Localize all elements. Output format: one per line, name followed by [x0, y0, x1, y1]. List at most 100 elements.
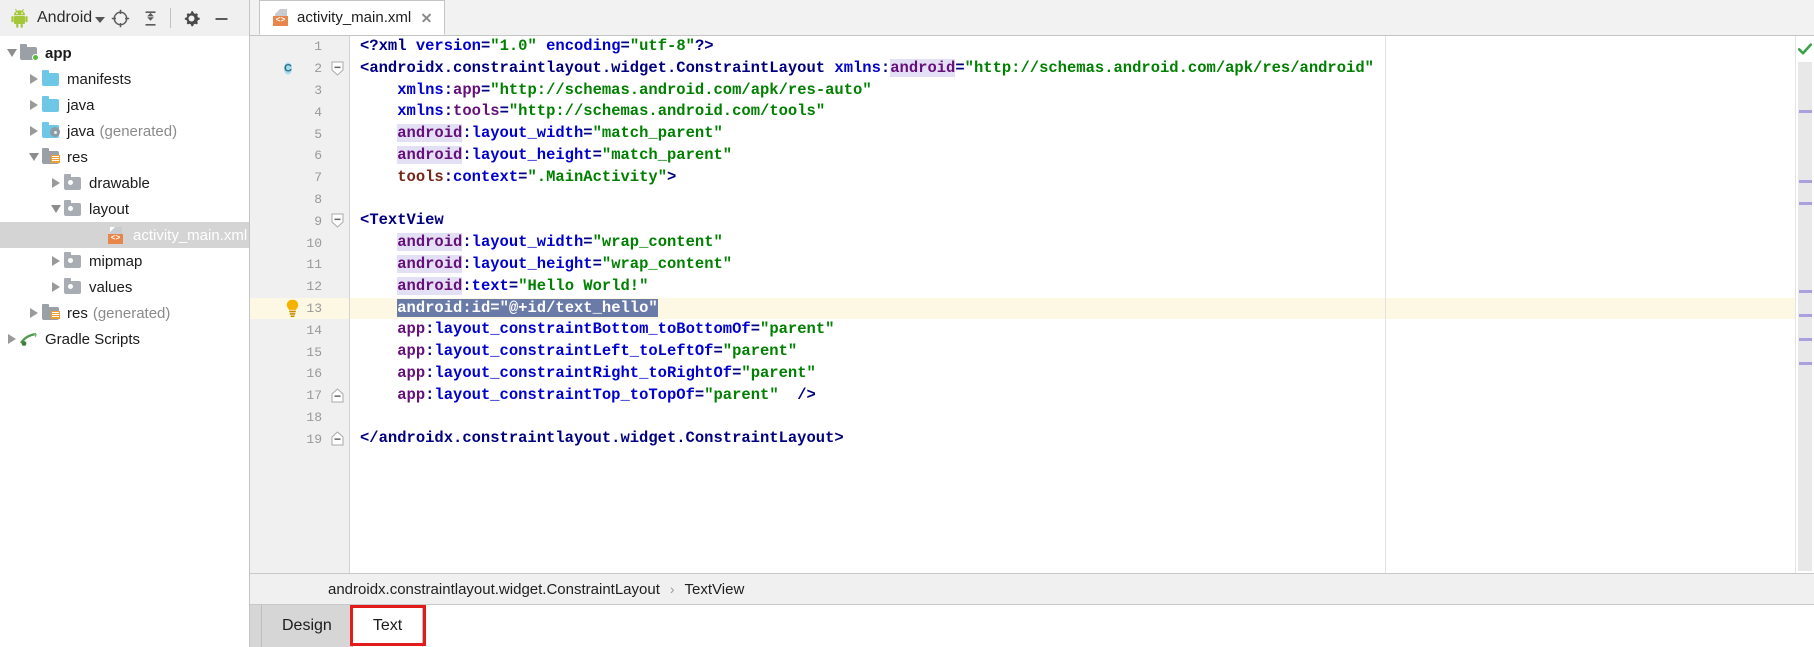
code-line[interactable] [350, 407, 1795, 429]
line-number[interactable]: 3 [250, 80, 328, 102]
stripe-marker[interactable] [1799, 180, 1812, 183]
editor-tab-activity-main[interactable]: <> activity_main.xml [259, 0, 446, 35]
code-folding-column[interactable] [328, 36, 350, 573]
code-line[interactable] [350, 189, 1795, 211]
code-line[interactable]: android:layout_width="wrap_content" [350, 232, 1795, 254]
line-number[interactable]: 6 [250, 145, 328, 167]
line-number[interactable]: 8 [250, 189, 328, 211]
class-marker-icon[interactable]: C [284, 59, 303, 78]
tree-item-app[interactable]: app [0, 40, 249, 66]
expand-arrow-icon[interactable] [48, 253, 64, 269]
code-token: <? [360, 37, 379, 55]
code-token: context [453, 167, 519, 186]
expand-arrow-icon[interactable] [48, 279, 64, 295]
fold-toggle-icon[interactable] [328, 210, 349, 232]
line-number[interactable]: 11 [250, 254, 328, 276]
line-number[interactable]: 18 [250, 407, 328, 429]
expand-arrow-icon[interactable] [4, 331, 20, 347]
fold-toggle-icon[interactable] [328, 428, 349, 450]
line-number[interactable]: 2C [250, 58, 328, 80]
code-line[interactable]: <TextView [350, 210, 1795, 232]
code-line[interactable]: android:id="@+id/text_hello" [350, 297, 1795, 320]
code-token: tools [453, 102, 500, 121]
fold-toggle-icon[interactable] [328, 58, 349, 80]
code-line[interactable]: app:layout_constraintTop_toTopOf="parent… [350, 385, 1795, 407]
scrollbar-track[interactable] [1798, 62, 1812, 571]
line-number[interactable]: 14 [250, 319, 328, 341]
close-icon[interactable] [420, 11, 433, 24]
error-stripe-marker-bar[interactable] [1795, 36, 1814, 573]
expand-arrow-icon[interactable] [26, 305, 42, 321]
tree-item-java[interactable]: java (generated) [0, 118, 249, 144]
code-line[interactable]: app:layout_constraintBottom_toBottomOf="… [350, 319, 1795, 341]
settings-gear-icon[interactable] [176, 3, 206, 33]
collapse-arrow-icon[interactable] [4, 45, 20, 61]
line-number[interactable]: 15 [250, 341, 328, 363]
stripe-marker[interactable] [1799, 362, 1812, 365]
expand-arrow-icon[interactable] [26, 123, 42, 139]
stripe-marker[interactable] [1799, 314, 1812, 317]
collapse-all-icon[interactable] [135, 3, 165, 33]
code-line[interactable]: </androidx.constraintlayout.widget.Const… [350, 428, 1795, 450]
code-line[interactable]: android:text="Hello World!" [350, 276, 1795, 298]
stripe-marker[interactable] [1799, 338, 1812, 341]
expand-arrow-icon[interactable] [26, 71, 42, 87]
minimize-icon[interactable] [206, 3, 236, 33]
tree-item-drawable[interactable]: drawable [0, 170, 249, 196]
tree-item-res[interactable]: res (generated) [0, 300, 249, 326]
green-check-icon[interactable] [1797, 41, 1813, 57]
code-line[interactable]: xmlns:tools="http://schemas.android.com/… [350, 101, 1795, 123]
expand-arrow-icon[interactable] [48, 175, 64, 191]
code-line[interactable]: app:layout_constraintRight_toRightOf="pa… [350, 363, 1795, 385]
line-number[interactable]: 9 [250, 210, 328, 232]
code-line[interactable]: app:layout_constraintLeft_toLeftOf="pare… [350, 341, 1795, 363]
line-number[interactable]: 10 [250, 232, 328, 254]
tree-item-mipmap[interactable]: mipmap [0, 248, 249, 274]
fold-toggle-icon[interactable] [328, 385, 349, 407]
project-tree-panel[interactable]: app manifests java java (generated) res drawab… [0, 36, 250, 605]
line-number[interactable]: 5 [250, 123, 328, 145]
code-line[interactable]: android:layout_height="match_parent" [350, 145, 1795, 167]
line-number[interactable]: 19 [250, 428, 328, 450]
breadcrumb-root[interactable]: androidx.constraintlayout.widget.Constra… [328, 581, 660, 598]
stripe-marker[interactable] [1799, 110, 1812, 113]
stripe-marker[interactable] [1799, 290, 1812, 293]
tree-item-manifests[interactable]: manifests [0, 66, 249, 92]
code-line[interactable]: xmlns:app="http://schemas.android.com/ap… [350, 80, 1795, 102]
expand-arrow-icon[interactable] [26, 97, 42, 113]
code-text-area[interactable]: <?xml version="1.0" encoding="utf-8"?> <a… [350, 36, 1795, 573]
code-line[interactable]: <androidx.constraintlayout.widget.Constr… [350, 58, 1795, 80]
line-number[interactable]: 7 [250, 167, 328, 189]
tree-item-res[interactable]: res [0, 144, 249, 170]
line-number[interactable]: 17 [250, 385, 328, 407]
line-number[interactable]: 16 [250, 363, 328, 385]
tree-item-layout[interactable]: layout [0, 196, 249, 222]
collapse-arrow-icon[interactable] [26, 149, 42, 165]
dropdown-caret-icon[interactable] [95, 17, 106, 23]
gradle-icon-icon [20, 331, 39, 347]
line-number[interactable]: 13 [250, 297, 328, 320]
breadcrumb-leaf[interactable]: TextView [685, 581, 745, 598]
code-line[interactable]: android:layout_width="match_parent" [350, 123, 1795, 145]
tree-item-activity-main-xml[interactable]: <> activity_main.xml [0, 222, 249, 248]
editor-viewport: 1 2 C 3 4 5 6 7 8 9 10 11 12 13 14 15 16 17 18 19 <?xml ver… [250, 36, 1814, 573]
collapse-arrow-icon[interactable] [48, 201, 64, 217]
lightbulb-intention-icon[interactable] [284, 299, 303, 318]
line-number-gutter[interactable]: 1 2 C 3 4 5 6 7 8 9 10 11 12 13 14 15 16 17 18 19 [250, 36, 328, 573]
locate-target-icon[interactable] [105, 3, 135, 33]
line-number[interactable]: 4 [250, 101, 328, 123]
tree-item-gradle-scripts[interactable]: Gradle Scripts [0, 326, 249, 352]
tree-item-values[interactable]: values [0, 274, 249, 300]
line-number[interactable]: 12 [250, 276, 328, 298]
code-token: "utf-8" [629, 37, 695, 55]
code-line[interactable]: <?xml version="1.0" encoding="utf-8"?> [350, 36, 1795, 58]
tab-text[interactable]: Text [352, 605, 424, 647]
stripe-marker[interactable] [1799, 202, 1812, 205]
tab-design[interactable]: Design [262, 605, 353, 647]
line-number[interactable]: 1 [250, 36, 328, 58]
code-line[interactable]: android:layout_height="wrap_content" [350, 254, 1795, 276]
tree-item-java[interactable]: java [0, 92, 249, 118]
code-line[interactable]: tools:context=".MainActivity"> [350, 167, 1795, 189]
